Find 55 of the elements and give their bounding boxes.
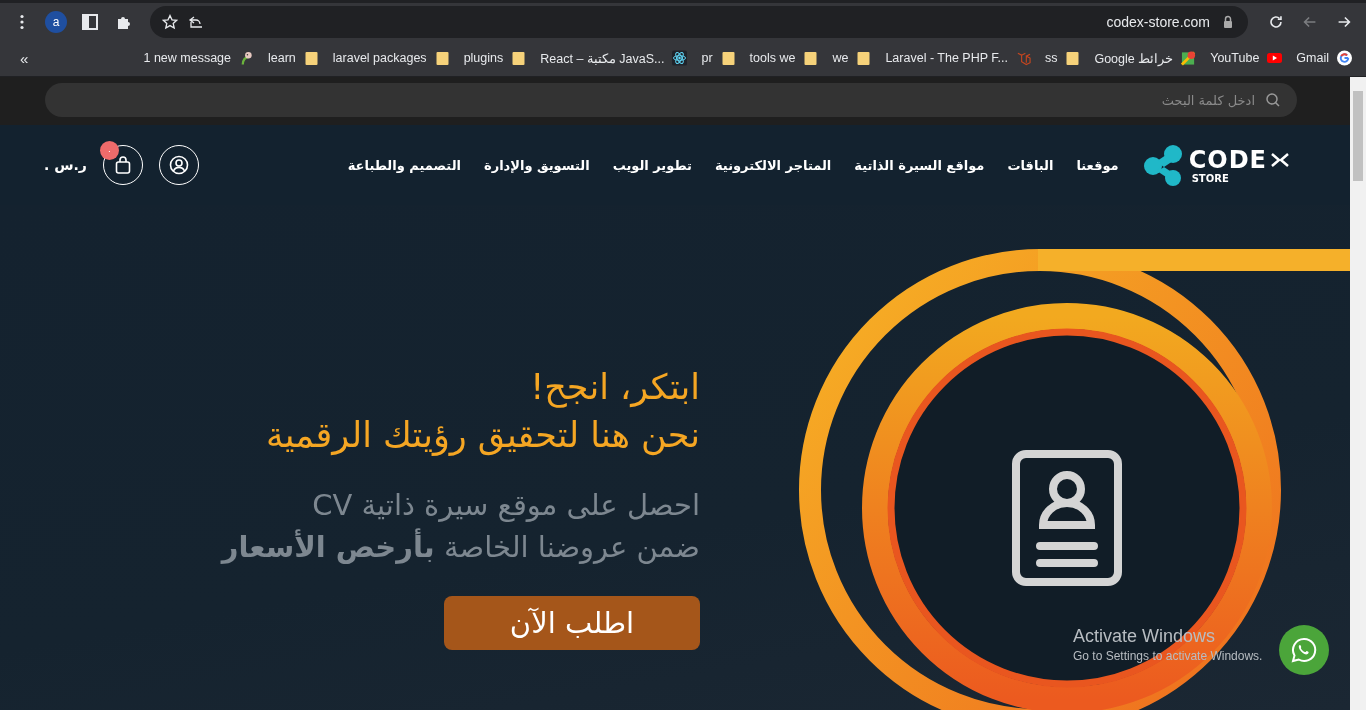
cart-total: ر.س . bbox=[44, 157, 87, 173]
hero-subtitle: احصل على موقع سيرة ذاتية CV bbox=[311, 487, 700, 524]
map-pin-icon bbox=[1181, 50, 1197, 66]
google-icon bbox=[1337, 50, 1352, 66]
nav-link[interactable]: التصميم والطباعة bbox=[347, 157, 461, 173]
bookmark[interactable]: laravel packages bbox=[332, 50, 450, 66]
molecule-icon bbox=[1142, 144, 1185, 186]
cart-count-badge: ٠ bbox=[99, 141, 119, 160]
logo[interactable]: CODE STORE bbox=[1142, 144, 1290, 186]
profile-avatar[interactable]: a bbox=[45, 10, 67, 33]
folder-icon bbox=[303, 50, 319, 66]
folder-icon bbox=[803, 50, 819, 66]
mascot-icon bbox=[239, 50, 254, 66]
bookmark[interactable]: Gmail bbox=[1296, 50, 1352, 66]
folder-icon bbox=[1065, 50, 1081, 66]
bookmark[interactable]: 1 new message bbox=[143, 50, 254, 66]
address-bar[interactable]: codex-store.com bbox=[150, 5, 1248, 38]
nav-link[interactable]: المتاجر الالكترونية bbox=[714, 157, 832, 173]
user-icon bbox=[168, 155, 189, 175]
phone-bubble-icon bbox=[1290, 636, 1318, 664]
hero-headline: نحن هنا لتحقيق رؤيتك الرقمية bbox=[265, 414, 700, 458]
bookmark[interactable]: plugins bbox=[463, 50, 527, 66]
bookmark[interactable]: tools we bbox=[749, 50, 819, 66]
bookmark[interactable]: Google خرائط bbox=[1094, 50, 1197, 66]
nav-link[interactable]: التسويق والإدارة bbox=[483, 157, 590, 173]
nav-link[interactable]: تطوير الويب bbox=[612, 157, 692, 173]
chat-button[interactable] bbox=[1279, 625, 1329, 675]
search-icon bbox=[1265, 92, 1281, 108]
folder-icon bbox=[720, 50, 736, 66]
folder-icon bbox=[511, 50, 527, 66]
bookmark[interactable]: React – مكتبة JavaS... bbox=[540, 50, 688, 66]
logo-text: CODE bbox=[1188, 146, 1267, 173]
atom-icon bbox=[672, 50, 688, 66]
search-field[interactable]: ادخل كلمة البحث bbox=[45, 83, 1297, 117]
bookmark[interactable]: YouTube bbox=[1210, 50, 1283, 66]
url-text: codex-store.com bbox=[1106, 13, 1210, 30]
hero-headline: ابتكر، انجح! bbox=[530, 366, 700, 410]
folder-icon bbox=[434, 50, 450, 66]
scrollbar-thumb[interactable] bbox=[1353, 91, 1363, 181]
bookmark[interactable]: pr bbox=[701, 50, 736, 66]
folder-icon bbox=[856, 50, 872, 66]
hero-subtitle: ضمن عروضنا الخاصة بأرخص الأسعار bbox=[221, 527, 700, 566]
bookmark[interactable]: ss bbox=[1044, 50, 1081, 66]
star-icon[interactable] bbox=[162, 13, 178, 30]
logo-subtext: STORE bbox=[1191, 172, 1230, 184]
bookmark[interactable]: we bbox=[832, 50, 872, 66]
scrollbar[interactable] bbox=[1350, 77, 1366, 710]
bookmarks-overflow-button[interactable]: « bbox=[16, 49, 33, 67]
nav-link[interactable]: الباقات bbox=[1007, 157, 1054, 173]
play-icon bbox=[1267, 50, 1283, 66]
bookmark[interactable]: learn bbox=[268, 50, 319, 66]
nav-link[interactable]: موقعنا bbox=[1076, 157, 1119, 173]
bookmark[interactable]: Laravel - The PHP F... bbox=[885, 50, 1031, 66]
order-now-button[interactable]: اطلب الآن bbox=[444, 596, 700, 650]
nav-link[interactable]: مواقع السيرة الذاتية bbox=[854, 157, 985, 173]
